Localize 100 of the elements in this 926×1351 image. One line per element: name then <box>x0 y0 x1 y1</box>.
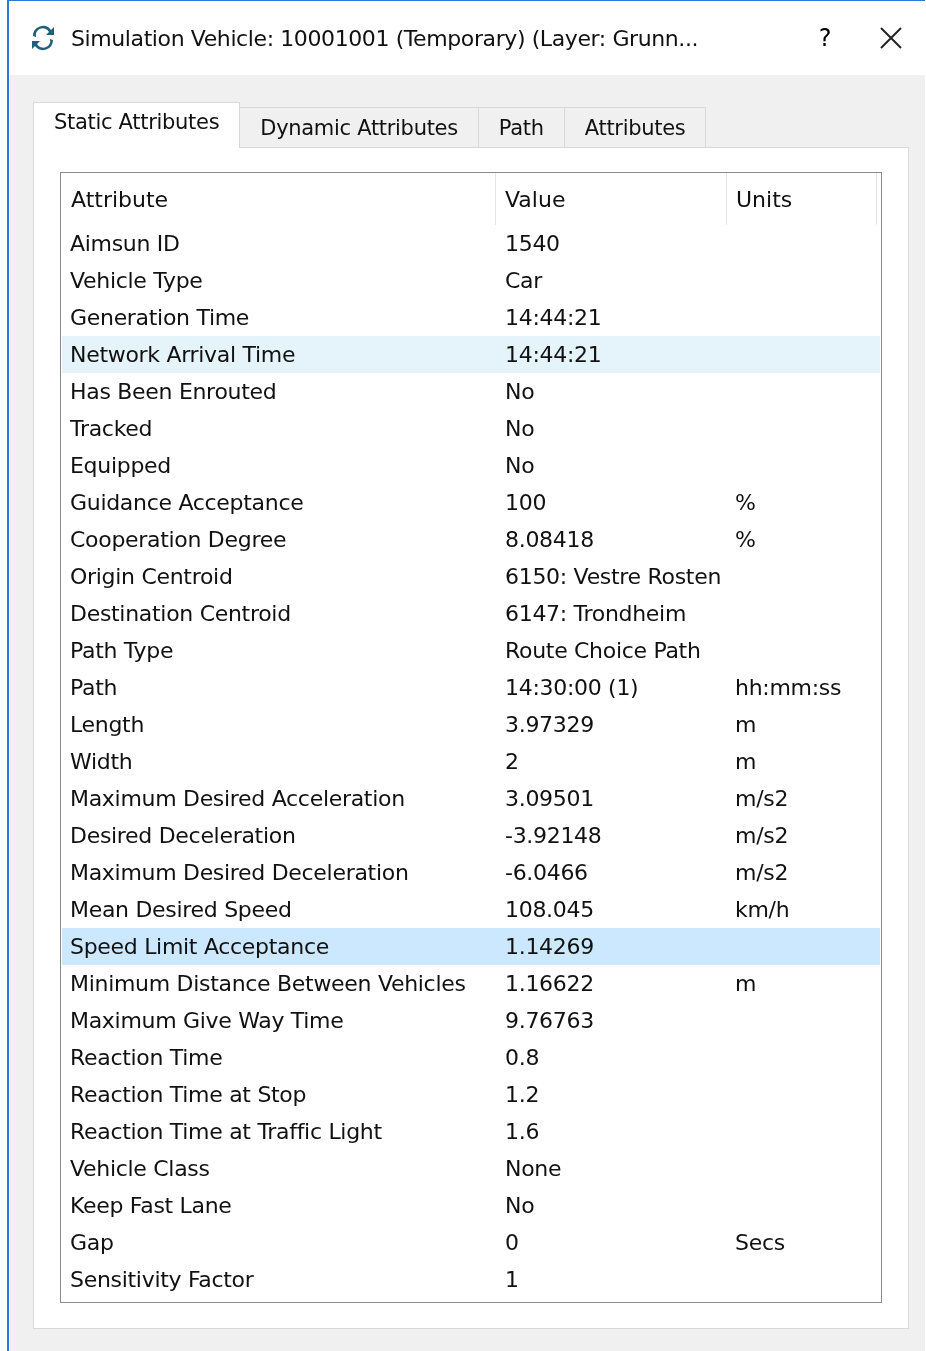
table-row[interactable]: Path Type Route Choice Path <box>62 632 880 669</box>
value-cell-text: 1540 <box>504 231 561 256</box>
units-cell-text: km/h <box>734 897 791 922</box>
attribute-cell-text: Guidance Acceptance <box>69 490 305 515</box>
table-row[interactable]: Maximum Give Way Time 9.76763 <box>62 1002 880 1039</box>
table-row[interactable]: Mean Desired Speed 108.045 km/h <box>62 891 880 928</box>
attribute-cell-text: Has Been Enrouted <box>69 379 278 404</box>
attribute-cell-text: Reaction Time at Stop <box>69 1082 308 1107</box>
attribute-cell-text: Length <box>69 712 146 737</box>
table-row[interactable]: Speed Limit Acceptance 1.14269 <box>62 928 880 965</box>
value-cell-text: 0 <box>504 1230 520 1255</box>
table-row[interactable]: Guidance Acceptance 100 % <box>62 484 880 521</box>
value-cell-text: -3.92148 <box>504 823 603 848</box>
value-cell-text: 2 <box>504 749 520 774</box>
attribute-cell-text: Gap <box>69 1230 115 1255</box>
units-cell-text: m/s2 <box>734 860 790 885</box>
value-cell-text: No <box>504 453 536 478</box>
attribute-cell-text: Width <box>69 749 134 774</box>
table-row[interactable]: Reaction Time at Traffic Light 1.6 <box>62 1113 880 1150</box>
value-cell-text: 14:30:00 (1) <box>504 675 640 700</box>
table-row[interactable]: Aimsun ID 1540 <box>62 225 880 262</box>
value-cell-text: 14:44:21 <box>504 342 603 367</box>
attribute-cell-text: Origin Centroid <box>69 564 234 589</box>
table-row[interactable]: Width 2 m <box>62 743 880 780</box>
value-cell-text: No <box>504 379 536 404</box>
value-cell-text: No <box>504 416 536 441</box>
units-cell-text: m/s2 <box>734 823 790 848</box>
value-cell-text: None <box>504 1156 563 1181</box>
value-cell-text: 1.16622 <box>504 971 595 996</box>
value-cell-text: 100 <box>504 490 548 515</box>
table-row[interactable]: Vehicle Class None <box>62 1150 880 1187</box>
units-cell-text: Secs <box>734 1230 786 1255</box>
table-row[interactable]: Sensitivity Factor 1 <box>62 1261 880 1298</box>
value-cell-text: 6147: Trondheim <box>504 601 688 626</box>
attribute-cell-text: Path Type <box>69 638 175 663</box>
table-row[interactable]: Generation Time 14:44:21 <box>62 299 880 336</box>
value-cell-text: 9.76763 <box>504 1008 595 1033</box>
attribute-cell-text: Speed Limit Acceptance <box>69 934 330 959</box>
table-row[interactable]: Path 14:30:00 (1) hh:mm:ss <box>62 669 880 706</box>
table-row[interactable]: Reaction Time 0.8 <box>62 1039 880 1076</box>
table-row[interactable]: Has Been Enrouted No <box>62 373 880 410</box>
attribute-cell-text: Aimsun ID <box>69 231 181 256</box>
window-title: Simulation Vehicle: 10001001 (Temporary) (Layer: Grunn... <box>71 25 700 51</box>
attribute-cell-text: Maximum Give Way Time <box>69 1008 345 1033</box>
close-icon <box>879 26 903 50</box>
table-row[interactable]: Maximum Desired Deceleration -6.0466 m/s2 <box>62 854 880 891</box>
attribute-cell-text: Sensitivity Factor <box>69 1267 255 1292</box>
table-row[interactable]: Equipped No <box>62 447 880 484</box>
attribute-cell-text: Reaction Time at Traffic Light <box>69 1119 383 1144</box>
table-row[interactable]: Origin Centroid 6150: Vestre Rosten <box>62 558 880 595</box>
tab[interactable]: Attributes <box>563 107 707 147</box>
value-cell-text: No <box>504 1193 536 1218</box>
value-cell-text: 6150: Vestre Rosten <box>504 564 723 589</box>
units-cell-text: % <box>734 490 757 515</box>
units-cell-text: hh:mm:ss <box>734 675 843 700</box>
value-cell-text: 14:44:21 <box>504 305 603 330</box>
value-cell-text: Route Choice Path <box>504 638 702 663</box>
value-cell-text: 3.09501 <box>504 786 595 811</box>
value-cell-text: 108.045 <box>504 897 595 922</box>
table-row[interactable]: Reaction Time at Stop 1.2 <box>62 1076 880 1113</box>
table-row[interactable]: Vehicle Type Car <box>62 262 880 299</box>
attribute-cell-text: Minimum Distance Between Vehicles <box>69 971 467 996</box>
attribute-cell-text: Maximum Desired Deceleration <box>69 860 410 885</box>
table-row[interactable]: Cooperation Degree 8.08418 % <box>62 521 880 558</box>
attribute-cell-text: Vehicle Type <box>69 268 204 293</box>
value-cell-text: -6.0466 <box>504 860 589 885</box>
table-row[interactable]: Tracked No <box>62 410 880 447</box>
attribute-cell-text: Equipped <box>69 453 172 478</box>
table-row[interactable]: Keep Fast Lane No <box>62 1187 880 1224</box>
column-header[interactable]: Attribute <box>62 173 496 225</box>
attribute-cell-text: Network Arrival Time <box>69 342 297 367</box>
table-row[interactable]: Network Arrival Time 14:44:21 <box>62 336 880 373</box>
table-row[interactable]: Length 3.97329 m <box>62 706 880 743</box>
attribute-cell-text: Path <box>69 675 119 700</box>
table-row[interactable]: Minimum Distance Between Vehicles 1.16622 m <box>62 965 880 1002</box>
attribute-cell-text: Keep Fast Lane <box>69 1193 233 1218</box>
table-row[interactable]: Gap 0 Secs <box>62 1224 880 1261</box>
column-header[interactable]: Units <box>727 173 877 225</box>
value-cell-text: 3.97329 <box>504 712 595 737</box>
help-button[interactable]: ? <box>795 24 855 52</box>
attribute-cell-text: Mean Desired Speed <box>69 897 293 922</box>
table-row[interactable]: Desired Deceleration -3.92148 m/s2 <box>62 817 880 854</box>
attribute-cell-text: Desired Deceleration <box>69 823 297 848</box>
value-cell-text: 1.14269 <box>504 934 595 959</box>
table-row[interactable]: Maximum Desired Acceleration 3.09501 m/s2 <box>62 780 880 817</box>
value-cell-text: 1 <box>504 1267 520 1292</box>
attribute-cell-text: Maximum Desired Acceleration <box>69 786 406 811</box>
attribute-cell-text: Tracked <box>69 416 154 441</box>
attribute-cell-text: Vehicle Class <box>69 1156 211 1181</box>
tab[interactable]: Static Attributes <box>33 102 241 148</box>
units-cell-text: m <box>734 971 758 996</box>
attribute-cell-text: Destination Centroid <box>69 601 292 626</box>
units-cell-text: % <box>734 527 757 552</box>
table-row[interactable]: Destination Centroid 6147: Trondheim <box>62 595 880 632</box>
value-cell-text: 0.8 <box>504 1045 541 1070</box>
value-cell-text: 8.08418 <box>504 527 595 552</box>
attribute-cell-text: Generation Time <box>69 305 251 330</box>
column-header[interactable]: Value <box>496 173 727 225</box>
attribute-cell-text: Reaction Time <box>69 1045 224 1070</box>
attribute-cell-text: Cooperation Degree <box>69 527 288 552</box>
